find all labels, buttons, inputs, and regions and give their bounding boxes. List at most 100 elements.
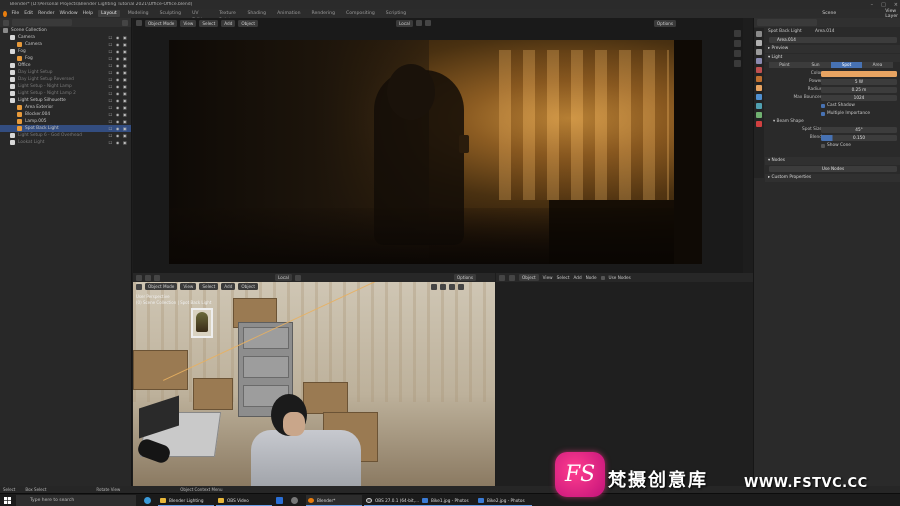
light-type-spot[interactable]: Spot xyxy=(831,62,862,68)
visibility-toggles-icon[interactable]: ☐ ◉ ▣ xyxy=(109,83,128,90)
outliner-row[interactable]: Camera ☐ ◉ ▣ xyxy=(0,41,131,48)
scene-tab-icon[interactable] xyxy=(756,67,762,73)
node-add-menu[interactable]: Add xyxy=(574,275,582,280)
pan-icon[interactable] xyxy=(734,40,741,47)
visibility-toggles-icon[interactable]: ☐ ◉ ▣ xyxy=(109,90,128,97)
spot-size-field[interactable]: 45° xyxy=(821,127,897,133)
view-menu[interactable]: View xyxy=(180,19,197,27)
light-field-value[interactable]: 5 W xyxy=(821,79,897,85)
transform-orientation-dropdown[interactable]: Local xyxy=(396,19,413,27)
taskbar-search-input[interactable]: Type here to search xyxy=(16,495,136,506)
tool-tab-icon[interactable] xyxy=(756,31,762,37)
photoshop-icon[interactable] xyxy=(276,497,283,504)
render-tab-icon[interactable] xyxy=(756,40,762,46)
outliner-row[interactable]: Lamp.005 ☐ ◉ ▣ xyxy=(0,118,131,125)
object-mode-dropdown[interactable]: Object Mode xyxy=(145,283,178,290)
light-field-value[interactable]: 1024 xyxy=(821,95,897,101)
snap-icon[interactable] xyxy=(415,20,422,26)
filter-icon[interactable] xyxy=(122,19,128,26)
add-menu[interactable]: Add xyxy=(221,283,236,290)
properties-search-input[interactable] xyxy=(757,19,817,26)
workspace-tab-shading[interactable]: Shading xyxy=(244,10,269,17)
menu-edit[interactable]: Edit xyxy=(24,11,33,16)
preview-section-header[interactable]: ▸ Preview xyxy=(765,45,900,53)
visibility-toggles-icon[interactable]: ☐ ◉ ▣ xyxy=(109,76,128,83)
outliner-row[interactable]: Lookat Light ☐ ◉ ▣ xyxy=(0,139,131,146)
light-type-point[interactable]: Point xyxy=(769,62,800,68)
shading-solid-icon[interactable] xyxy=(449,283,455,290)
constraints-tab-icon[interactable] xyxy=(756,103,762,109)
editor-type-icon[interactable] xyxy=(136,20,142,26)
proportional-edit-icon[interactable] xyxy=(424,20,431,26)
show-cone-checkbox[interactable] xyxy=(821,144,825,148)
workspace-tab-animation[interactable]: Animation xyxy=(274,10,303,17)
shader-object-dropdown[interactable]: Object xyxy=(519,274,539,281)
outliner-row[interactable]: Fog ☐ ◉ ▣ xyxy=(0,48,131,55)
visibility-toggles-icon[interactable]: ☐ ◉ ▣ xyxy=(109,139,128,146)
nodes-section-header[interactable]: ▾ Nodes xyxy=(765,157,900,165)
taskbar-app-obs[interactable]: OBS 27.0.1 (64-bit,... xyxy=(364,495,420,506)
blend-slider[interactable]: 0.150 xyxy=(821,135,897,141)
menu-render[interactable]: Render xyxy=(38,11,54,16)
visibility-toggles-icon[interactable]: ☐ ◉ ▣ xyxy=(109,62,128,69)
maximize-button[interactable]: □ xyxy=(881,2,886,8)
outliner-row[interactable]: Light Setup - Night Lamp 2 ☐ ◉ ▣ xyxy=(0,90,131,97)
outliner-row[interactable]: Spot Back Light ☐ ◉ ▣ xyxy=(0,125,131,132)
object-mode-dropdown[interactable]: Object Mode xyxy=(145,19,178,27)
shading-material-icon[interactable] xyxy=(458,283,464,290)
editor-type-icon[interactable] xyxy=(136,274,142,281)
visibility-toggles-icon[interactable]: ☐ ◉ ▣ xyxy=(109,104,128,111)
scene-selector[interactable]: Scene xyxy=(822,11,836,16)
workspace-tab-scripting[interactable]: Scripting xyxy=(383,10,409,17)
outliner-row[interactable]: Scene Collection xyxy=(0,27,131,34)
windows-start-icon[interactable] xyxy=(4,497,11,504)
view-layer-selector[interactable]: View Layer xyxy=(885,9,900,19)
workspace-tab-uv-editing[interactable]: UV Editing xyxy=(189,10,211,23)
light-type-area[interactable]: Area xyxy=(862,62,893,68)
light-type-sun[interactable]: Sun xyxy=(800,62,831,68)
object-menu[interactable]: Object xyxy=(238,283,258,290)
editor-type-icon[interactable] xyxy=(136,283,142,290)
outliner-row[interactable]: Area Exterior ☐ ◉ ▣ xyxy=(0,104,131,111)
snap-icon[interactable] xyxy=(294,274,301,281)
shader-type-icon[interactable] xyxy=(509,274,515,281)
3d-viewport-solid[interactable]: Local Options Object Mode View Select Ad… xyxy=(133,273,495,486)
menu-window[interactable]: Window xyxy=(59,11,77,16)
workspace-tab-rendering[interactable]: Rendering xyxy=(309,10,338,17)
visibility-toggles-icon[interactable]: ☐ ◉ ▣ xyxy=(109,132,128,139)
workspace-tab-layout[interactable]: Layout xyxy=(98,10,120,17)
select-mode-icon[interactable] xyxy=(154,274,160,281)
select-menu[interactable]: Select xyxy=(199,19,219,27)
camera-view-icon[interactable] xyxy=(734,50,741,57)
use-nodes-button[interactable]: Use Nodes xyxy=(769,166,897,172)
close-button[interactable]: × xyxy=(894,2,898,8)
beam-shape-section-header[interactable]: ▾ Beam Shape xyxy=(765,118,900,126)
light-datablock-field[interactable]: Area.014 xyxy=(769,37,897,43)
shader-node-editor[interactable]: Object View Select Add Node Use Nodes xyxy=(496,273,753,486)
outliner-search-input[interactable] xyxy=(12,19,72,26)
options-dropdown[interactable]: Options xyxy=(653,19,677,27)
visibility-toggles-icon[interactable]: ☐ ◉ ▣ xyxy=(109,111,128,118)
minimize-button[interactable]: – xyxy=(871,2,874,8)
taskbar-app-explorer-obs[interactable]: OBS Video xyxy=(216,495,272,506)
taskbar-app-explorer-tutorial[interactable]: Blender Lighting Tut... xyxy=(158,495,214,506)
object-tab-icon[interactable] xyxy=(756,85,762,91)
zoom-icon[interactable] xyxy=(734,30,741,37)
object-menu[interactable]: Object xyxy=(238,19,258,27)
shading-wireframe-icon[interactable] xyxy=(440,283,446,290)
world-tab-icon[interactable] xyxy=(756,76,762,82)
workspace-tab-sculpting[interactable]: Sculpting xyxy=(157,10,184,17)
taskbar-app-blender[interactable]: Blender* [D:\Person... xyxy=(306,495,362,506)
outliner-row[interactable]: Day Light Setup Reversed ☐ ◉ ▣ xyxy=(0,76,131,83)
outliner-row[interactable]: Day Light Setup ☐ ◉ ▣ xyxy=(0,69,131,76)
editor-type-icon[interactable] xyxy=(499,274,505,281)
visibility-toggles-icon[interactable]: ☐ ◉ ▣ xyxy=(109,48,128,55)
taskbar-app-photos-bike1[interactable]: Bike1.jpg - Photos xyxy=(420,495,476,506)
use-nodes-checkbox[interactable] xyxy=(600,275,605,280)
outliner-row[interactable]: Light Setup - Night Lamp ☐ ◉ ▣ xyxy=(0,83,131,90)
visibility-toggles-icon[interactable]: ☐ ◉ ▣ xyxy=(109,118,128,125)
menu-file[interactable]: File xyxy=(12,11,20,16)
visibility-toggles-icon[interactable]: ☐ ◉ ▣ xyxy=(109,34,128,41)
custom-properties-section-header[interactable]: ▸ Custom Properties xyxy=(765,174,900,182)
view-layer-tab-icon[interactable] xyxy=(756,58,762,64)
